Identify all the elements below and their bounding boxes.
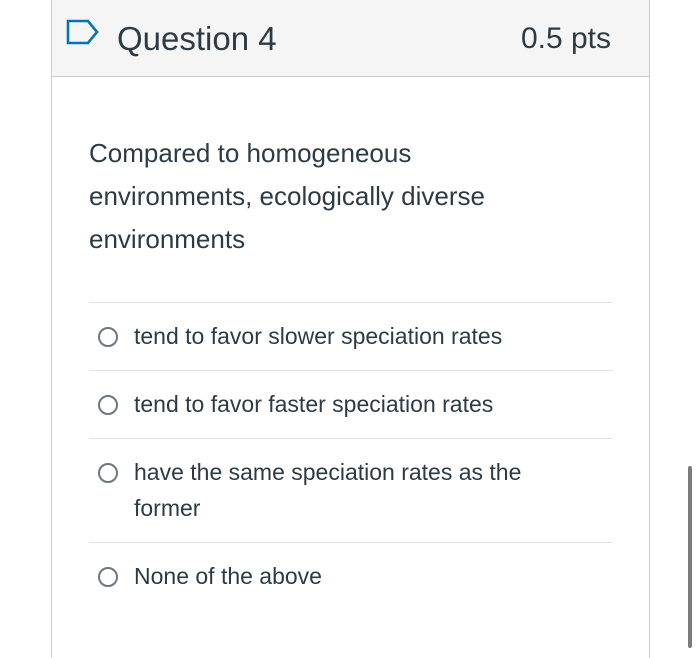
radio-unchecked-icon[interactable] [98,567,118,587]
answer-option[interactable]: have the same speciation rates as the fo… [89,438,613,542]
radio-unchecked-icon[interactable] [98,463,118,483]
answer-option[interactable]: tend to favor slower speciation rates [89,302,613,370]
answer-label: tend to favor faster speciation rates [134,391,494,417]
question-title: Question 4 [117,20,277,57]
answer-label: tend to favor slower speciation rates [134,323,503,349]
radio-unchecked-icon[interactable] [98,395,118,415]
question-points: 0.5 pts [520,22,611,55]
answer-label: have the same speciation rates as the fo… [134,459,522,521]
flag-icon[interactable] [66,19,100,45]
scrollbar[interactable] [688,466,692,648]
question-card: Question 4 0.5 pts Compared to homogeneo… [51,0,650,658]
answer-option[interactable]: None of the above [89,542,613,612]
answer-option[interactable]: tend to favor faster speciation rates [89,370,613,438]
question-text: Compared to homogeneous environments, ec… [89,138,485,254]
answer-list: tend to favor slower speciation rates te… [89,302,613,612]
answer-label: None of the above [134,563,322,589]
radio-unchecked-icon[interactable] [98,327,118,347]
question-header: Question 4 0.5 pts [52,0,649,77]
